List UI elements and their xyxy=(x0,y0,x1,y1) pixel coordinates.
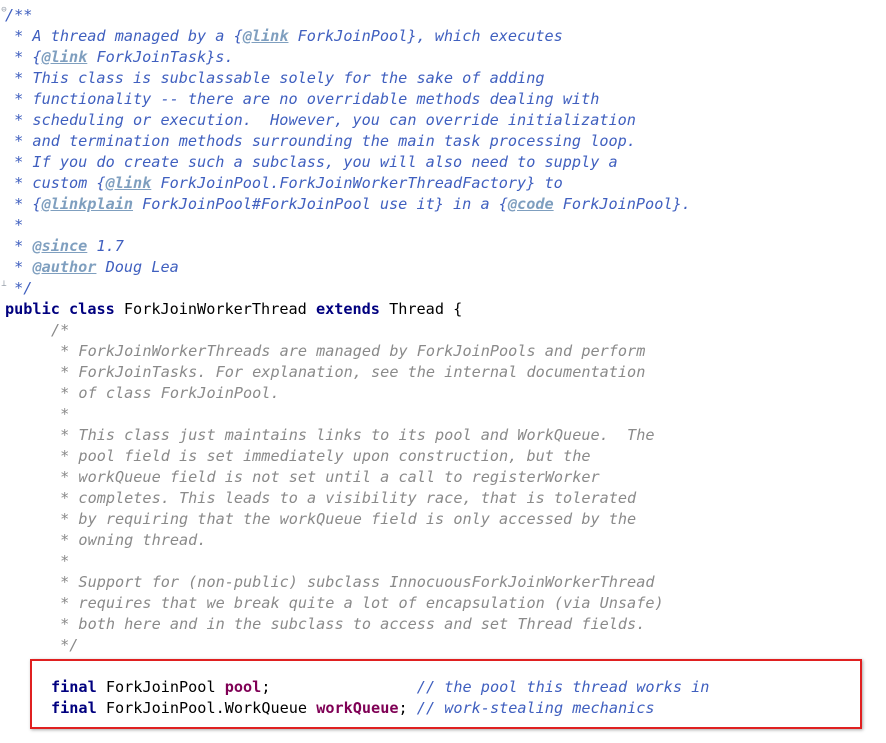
block-comment-text: * xyxy=(51,405,70,423)
block-comment-line: * of class ForkJoinPool. xyxy=(0,383,886,404)
block-comment-text: * ForkJoinTasks. For explanation, see th… xyxy=(51,363,646,381)
javadoc-text: * xyxy=(5,237,33,255)
block-comment-line: */ xyxy=(0,635,886,656)
keyword-public: public xyxy=(5,300,60,318)
javadoc-line: * This class is subclassable solely for … xyxy=(0,68,886,89)
javadoc-text: * If you do create such a subclass, you … xyxy=(5,153,618,171)
javadoc-text: * { xyxy=(5,195,42,213)
javadoc-text: ForkJoinTask}s. xyxy=(87,48,234,66)
block-comment-text: * requires that we break quite a lot of … xyxy=(51,594,664,612)
block-comment-line: * owning thread. xyxy=(0,530,886,551)
block-comment-line: * ForkJoinTasks. For explanation, see th… xyxy=(0,362,886,383)
javadoc-text: * { xyxy=(5,48,42,66)
keyword-extends: extends xyxy=(315,300,380,318)
javadoc-line: */ xyxy=(0,278,886,299)
javadoc-tag: @author xyxy=(32,258,97,276)
javadoc-line: * @author Doug Lea xyxy=(0,257,886,278)
block-comment-line: * This class just maintains links to its… xyxy=(0,425,886,446)
javadoc-tag: @since xyxy=(32,237,88,255)
block-comment-text: * owning thread. xyxy=(51,531,207,549)
javadoc-text: * custom { xyxy=(5,174,106,192)
block-comment-text: * Support for (non-public) subclass Inno… xyxy=(51,573,655,591)
javadoc-line: * {@linkplain ForkJoinPool#ForkJoinPool … xyxy=(0,194,886,215)
highlight-annotation-box xyxy=(30,659,862,729)
javadoc-tag: @code xyxy=(507,195,554,213)
block-comment-line: * xyxy=(0,551,886,572)
javadoc-open: /** xyxy=(5,6,33,24)
block-comment-line: * Support for (non-public) subclass Inno… xyxy=(0,572,886,593)
block-comment-line: * requires that we break quite a lot of … xyxy=(0,593,886,614)
block-comment-text: * This class just maintains links to its… xyxy=(51,426,655,444)
block-comment-line: /* xyxy=(0,320,886,341)
class-declaration: public class ForkJoinWorkerThread extend… xyxy=(0,299,886,320)
javadoc-text: * A thread managed by a { xyxy=(5,27,243,45)
block-comment-text: */ xyxy=(51,636,79,654)
class-name: ForkJoinWorkerThread xyxy=(123,300,307,318)
javadoc-line: * {@link ForkJoinTask}s. xyxy=(0,47,886,68)
javadoc-text: ForkJoinPool}. xyxy=(553,195,691,213)
javadoc-line: * custom {@link ForkJoinPool.ForkJoinWor… xyxy=(0,173,886,194)
javadoc-text: * scheduling or execution. However, you … xyxy=(5,111,636,129)
javadoc-line: * @since 1.7 xyxy=(0,236,886,257)
block-comment-text: * ForkJoinWorkerThreads are managed by F… xyxy=(51,342,646,360)
block-comment-line: * ForkJoinWorkerThreads are managed by F… xyxy=(0,341,886,362)
block-comment-line: * completes. This leads to a visibility … xyxy=(0,488,886,509)
block-comment-text: * xyxy=(51,552,70,570)
block-comment-line: * pool field is set immediately upon con… xyxy=(0,446,886,467)
block-comment-text: /* xyxy=(51,321,70,339)
javadoc-text: Doug Lea xyxy=(96,258,179,276)
code-editor[interactable]: ⊖ ⊥ /** * A thread managed by a {@link F… xyxy=(0,0,886,743)
block-comment-text: * of class ForkJoinPool. xyxy=(51,384,280,402)
javadoc-line: * and termination methods surrounding th… xyxy=(0,131,886,152)
javadoc-text: * and termination methods surrounding th… xyxy=(5,132,636,150)
javadoc-line: * xyxy=(0,215,886,236)
javadoc-text: ForkJoinPool.ForkJoinWorkerThreadFactory… xyxy=(151,174,563,192)
keyword-class: class xyxy=(69,300,115,318)
block-comment-text: * both here and in the subclass to acces… xyxy=(51,615,646,633)
block-comment-text: * completes. This leads to a visibility … xyxy=(51,489,637,507)
javadoc-tag: @linkplain xyxy=(41,195,134,213)
javadoc-tag: @link xyxy=(242,27,289,45)
javadoc-text: * This class is subclassable solely for … xyxy=(5,69,545,87)
javadoc-tag: @link xyxy=(105,174,152,192)
javadoc-text: * xyxy=(5,216,24,234)
block-comment-line: * workQueue field is not set until a cal… xyxy=(0,467,886,488)
javadoc-line: /** xyxy=(0,5,886,26)
javadoc-text: ForkJoinPool#ForkJoinPool use it} in a { xyxy=(133,195,508,213)
javadoc-text: * functionality -- there are no overrida… xyxy=(5,90,600,108)
javadoc-text: 1.7 xyxy=(87,237,124,255)
javadoc-text: * xyxy=(5,258,33,276)
block-comment-line: * both here and in the subclass to acces… xyxy=(0,614,886,635)
block-comment-text: * by requiring that the workQueue field … xyxy=(51,510,637,528)
block-comment-line: * xyxy=(0,404,886,425)
javadoc-text: ForkJoinPool}, which executes xyxy=(288,27,563,45)
block-comment-text: * pool field is set immediately upon con… xyxy=(51,447,591,465)
javadoc-line: * functionality -- there are no overrida… xyxy=(0,89,886,110)
javadoc-close: */ xyxy=(5,279,33,297)
javadoc-line: * A thread managed by a {@link ForkJoinP… xyxy=(0,26,886,47)
javadoc-tag: @link xyxy=(41,48,88,66)
superclass-name: Thread { xyxy=(389,300,463,318)
block-comment-text: * workQueue field is not set until a cal… xyxy=(51,468,600,486)
javadoc-line: * scheduling or execution. However, you … xyxy=(0,110,886,131)
javadoc-line: * If you do create such a subclass, you … xyxy=(0,152,886,173)
block-comment-line: * by requiring that the workQueue field … xyxy=(0,509,886,530)
